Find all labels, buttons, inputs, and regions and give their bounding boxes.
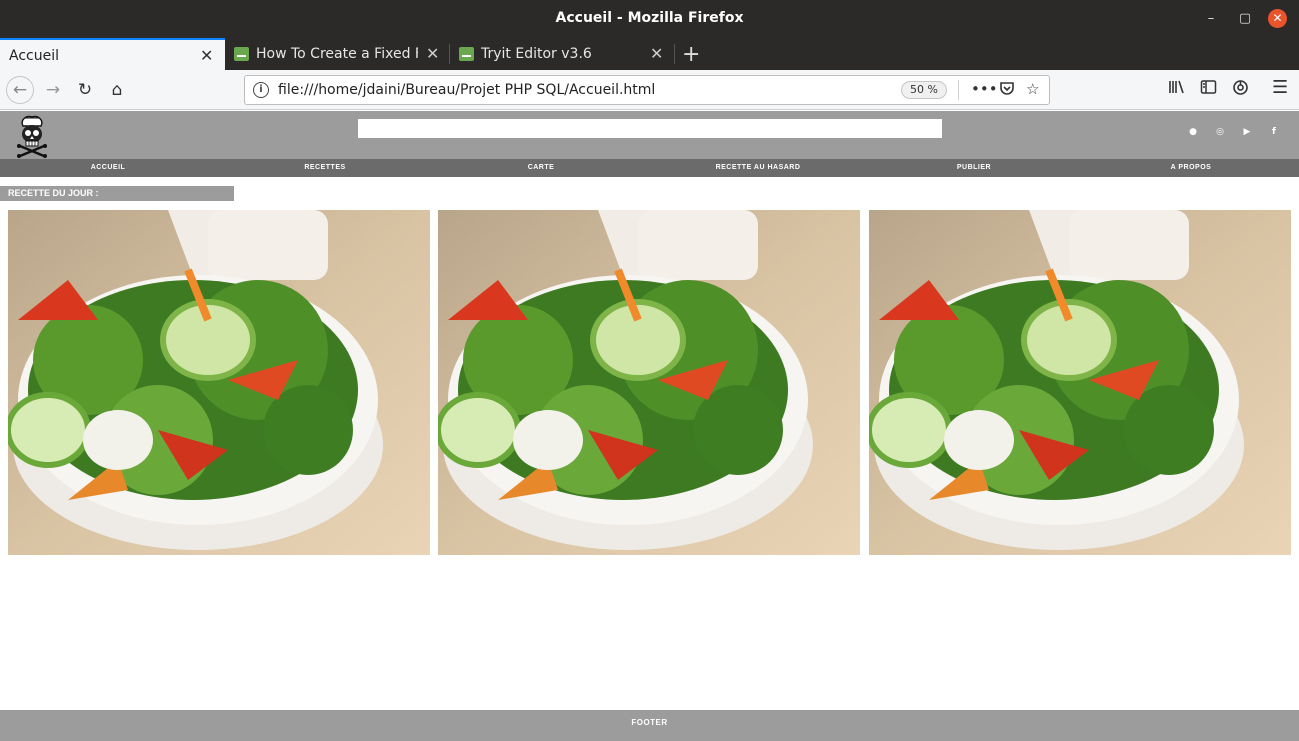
site-search-input[interactable] [358,119,942,138]
nav-recette-au-hasard[interactable]: RECETTE AU HASARD [650,159,866,177]
web-page: ● ◎ ▶ f ACCUEIL RECETTES CARTE RECETTE A… [0,111,1299,741]
url-text[interactable]: file:///home/jdaini/Bureau/Projet PHP SQ… [278,82,655,98]
forward-icon[interactable]: → [41,78,65,102]
tab-tryit-editor[interactable]: Tryit Editor v3.6 ✕ [451,38,673,70]
salad-bowl-image[interactable] [869,210,1291,555]
nav-a-propos[interactable]: A PROPOS [1083,159,1299,177]
pocket-icon[interactable] [999,80,1015,100]
nav-accueil[interactable]: ACCUEIL [0,159,216,177]
site-footer: FOOTER [0,710,1299,741]
circle-icon[interactable]: ● [1187,126,1199,138]
url-divider [958,80,959,100]
site-header: ● ◎ ▶ f [0,111,1299,159]
zoom-level-badge[interactable]: 50 % [901,81,947,99]
reload-icon[interactable]: ↻ [73,78,97,102]
menu-icon[interactable]: ☰ [1272,77,1288,98]
back-icon[interactable]: ← [6,76,34,104]
facebook-icon[interactable]: f [1268,126,1280,138]
nav-recettes[interactable]: RECETTES [217,159,433,177]
minimize-button[interactable]: – [1202,10,1220,28]
close-tab-icon[interactable]: ✕ [426,44,439,63]
tab-label: Tryit Editor v3.6 [481,46,592,62]
youtube-icon[interactable]: ▶ [1241,126,1253,138]
tab-strip: Accueil ✕ How To Create a Fixed Fo ✕ Try… [0,38,1299,70]
tab-label: How To Create a Fixed Fo [256,46,418,62]
w3schools-favicon-icon [234,47,249,61]
navigation-toolbar: ← → ↻ ⌂ i file:///home/jdaini/Bureau/Pro… [0,70,1299,110]
close-tab-icon[interactable]: ✕ [200,46,213,65]
salad-bowl-image[interactable] [438,210,860,555]
main-nav: ACCUEIL RECETTES CARTE RECETTE AU HASARD… [0,159,1299,177]
page-actions-icon[interactable]: ••• [971,80,998,98]
tab-fixed-footer[interactable]: How To Create a Fixed Fo ✕ [226,38,448,70]
window-title: Accueil - Mozilla Firefox [555,10,744,26]
nav-carte[interactable]: CARTE [433,159,649,177]
tab-divider [674,44,675,64]
extension-icon[interactable] [1232,79,1249,100]
sidebar-icon[interactable] [1200,79,1217,99]
w3schools-favicon-icon [459,47,474,61]
window-titlebar: Accueil - Mozilla Firefox – ▢ ✕ [0,0,1299,38]
close-tab-icon[interactable]: ✕ [650,44,663,63]
tab-divider [449,44,450,64]
salad-bowl-image[interactable] [8,210,430,555]
tab-accueil[interactable]: Accueil ✕ [0,38,225,70]
new-tab-button[interactable]: + [682,42,700,67]
home-icon[interactable]: ⌂ [105,78,129,102]
tab-label: Accueil [9,48,59,64]
close-window-button[interactable]: ✕ [1268,9,1287,28]
url-bar[interactable]: i file:///home/jdaini/Bureau/Projet PHP … [244,75,1050,105]
library-icon[interactable] [1168,79,1186,99]
instagram-icon[interactable]: ◎ [1214,126,1226,138]
site-info-icon[interactable]: i [253,82,269,98]
nav-publier[interactable]: PUBLIER [866,159,1082,177]
maximize-button[interactable]: ▢ [1236,10,1254,28]
chef-skull-logo[interactable] [14,112,50,158]
recipe-of-the-day-label: RECETTE DU JOUR : [0,186,234,201]
bookmark-star-icon[interactable]: ☆ [1026,80,1039,98]
